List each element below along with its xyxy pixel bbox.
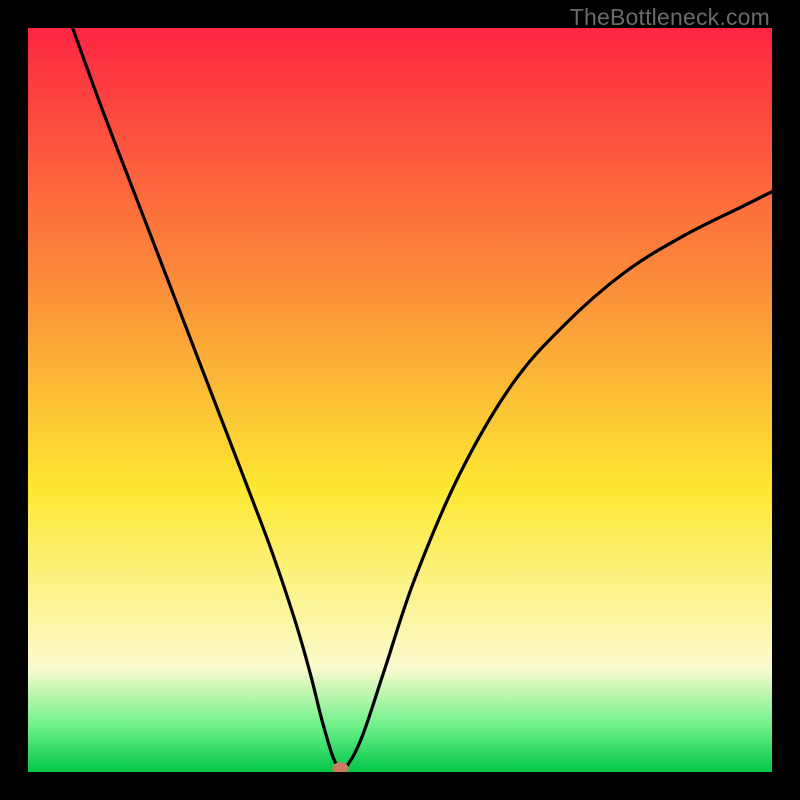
gradient-background [28, 28, 772, 772]
watermark-text: TheBottleneck.com [570, 4, 770, 31]
chart-svg [28, 28, 772, 772]
chart-frame [28, 28, 772, 772]
